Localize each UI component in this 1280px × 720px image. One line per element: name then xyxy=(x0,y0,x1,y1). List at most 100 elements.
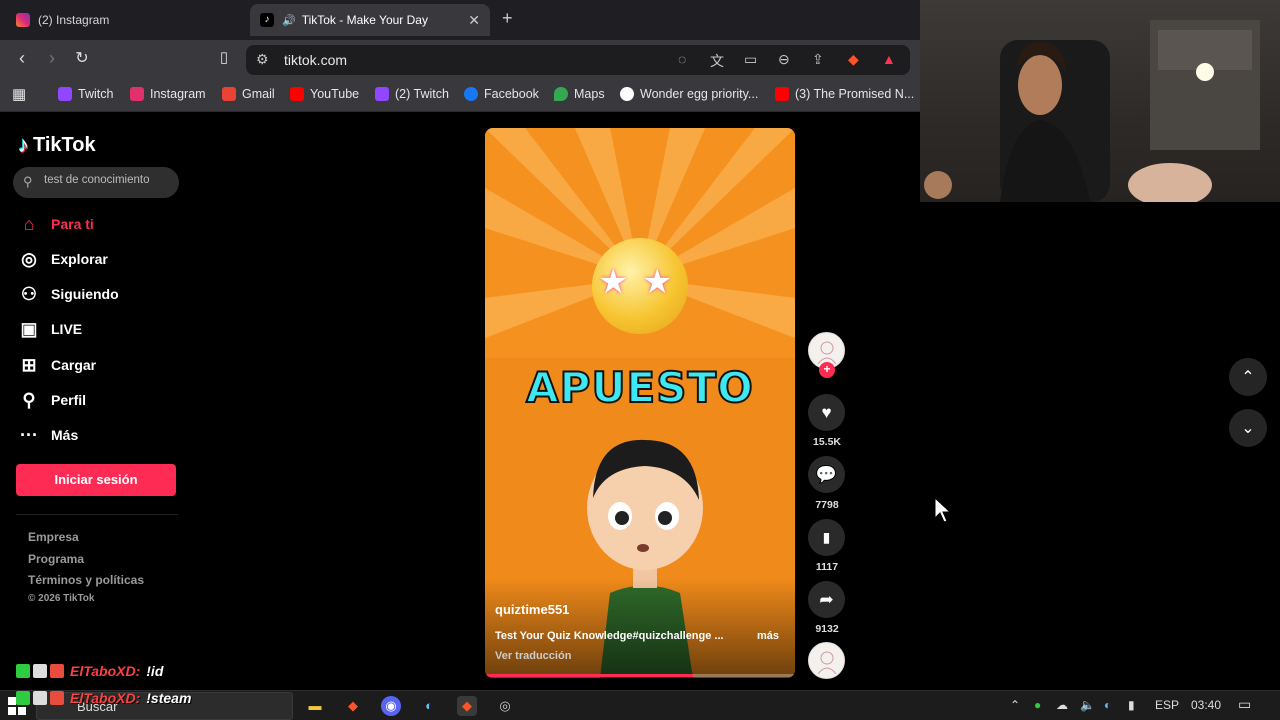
empty-area xyxy=(920,202,1280,690)
bookmark-item[interactable]: (2) Twitch xyxy=(375,87,449,101)
badge-icon xyxy=(33,691,47,705)
tray-chevron-up-icon[interactable]: ⌃ xyxy=(1010,698,1020,712)
badge-icon xyxy=(50,691,64,705)
comment-count: 7798 xyxy=(815,499,839,511)
url-text: tiktok.com xyxy=(284,52,348,68)
search-icon[interactable]: ⚲ xyxy=(23,174,33,190)
brave-active-icon[interactable]: ◆ xyxy=(457,696,477,716)
address-bar[interactable]: ⚙ tiktok.com ◌ 文 ▭ ⊖ ⇪ ◆ ▲ xyxy=(246,45,910,75)
translate-icon[interactable]: 文 xyxy=(710,51,724,71)
sound-avatar[interactable] xyxy=(808,642,845,679)
star-eyes-emoji: ★ ★ xyxy=(592,238,688,334)
browser-toolbar: ‹ › ↻ ▯ ⚙ tiktok.com ◌ 文 ▭ ⊖ ⇪ ◆ ▲ xyxy=(0,40,920,80)
following-icon: ⚇ xyxy=(20,283,38,304)
bookmark-icon: ▮ xyxy=(822,529,831,545)
chevron-down-icon: ⌄ xyxy=(1241,420,1255,437)
nav-following[interactable]: ⚇ Siguiendo xyxy=(18,280,119,308)
brave-shield-icon[interactable]: ◆ xyxy=(848,51,859,68)
notifications-icon[interactable]: ▭ xyxy=(1238,696,1251,713)
obs-icon[interactable]: ◎ xyxy=(495,696,515,716)
clock[interactable]: 03:40 xyxy=(1191,698,1221,712)
nav-live[interactable]: ▣ LIVE xyxy=(18,315,82,343)
video-player[interactable]: ★ ★ APUESTO quiztime551 Test Your Quiz K… xyxy=(485,128,795,678)
nav-upload[interactable]: ⊞ Cargar xyxy=(18,351,96,379)
google-icon xyxy=(620,87,634,101)
tab-instagram[interactable]: (2) Instagram xyxy=(6,4,246,36)
share-icon[interactable]: ⇪ xyxy=(812,51,824,68)
microphone-icon[interactable]: ▮ xyxy=(1128,698,1135,712)
search-box[interactable]: ⚲ xyxy=(13,167,179,198)
bookmark-item[interactable]: Maps xyxy=(554,87,605,101)
bookmark-item[interactable]: Twitch xyxy=(58,87,113,101)
video-overlay-text: APUESTO xyxy=(525,362,754,413)
nav-explore[interactable]: ◎ Explorar xyxy=(18,245,108,273)
follow-button[interactable]: + xyxy=(819,362,835,378)
tiktok-icon: ♪ xyxy=(260,13,274,27)
bookmark-item[interactable]: Wonder egg priority... xyxy=(620,87,758,101)
brave-icon[interactable]: ◆ xyxy=(343,696,363,716)
brave-rewards-icon[interactable]: ▲ xyxy=(882,51,896,67)
steam-icon[interactable]: ◐ xyxy=(419,696,439,716)
share-arrow-icon: ➦ xyxy=(819,589,834,609)
discord-icon[interactable]: ◉ xyxy=(381,696,401,716)
reload-icon[interactable]: ↻ xyxy=(70,48,94,68)
footer-link-program[interactable]: Programa xyxy=(28,552,84,566)
search-input[interactable] xyxy=(44,174,172,186)
footer-link-company[interactable]: Empresa xyxy=(28,530,79,544)
bookmarks-bar: ▦ Twitch Instagram Gmail YouTube (2) Twi… xyxy=(0,80,920,112)
tiktok-logo[interactable]: ♪ TikTok xyxy=(18,132,96,158)
video-progress-bar[interactable] xyxy=(485,674,795,677)
save-button[interactable]: ▮ xyxy=(808,519,845,556)
caption-more-link[interactable]: más xyxy=(757,630,779,642)
video-username[interactable]: quiztime551 xyxy=(495,602,569,617)
tab-title: (2) Instagram xyxy=(38,13,110,27)
login-button[interactable]: Iniciar sesión xyxy=(16,464,176,496)
cloud-icon[interactable]: ☁ xyxy=(1056,698,1068,712)
cast-icon[interactable]: ▭ xyxy=(744,51,757,68)
browser-tab-bar: (2) Instagram ♪ 🔊 TikTok - Make Your Day… xyxy=(0,0,920,40)
mute-icon[interactable]: ◌ xyxy=(678,51,686,67)
share-button[interactable]: ➦ xyxy=(808,581,845,618)
back-icon[interactable]: ‹ xyxy=(10,48,34,69)
avatar-drawing xyxy=(817,651,836,674)
zoom-icon[interactable]: ⊖ xyxy=(778,51,790,68)
chat-username: ElTaboXD: xyxy=(70,663,141,679)
nav-profile[interactable]: ⚲ Perfil xyxy=(18,386,86,414)
tiktok-note-icon: ♪ xyxy=(18,132,29,157)
save-count: 1117 xyxy=(815,561,839,573)
bookmark-item[interactable]: Gmail xyxy=(222,87,275,101)
bookmark-item[interactable]: (3) The Promised N... xyxy=(775,87,914,101)
chevron-up-icon: ⌃ xyxy=(1241,369,1255,386)
chat-message: ElTaboXD: !id xyxy=(16,663,163,679)
chat-username: ElTaboXD: xyxy=(70,690,141,706)
bookmark-item[interactable]: Facebook xyxy=(464,87,539,101)
file-explorer-icon[interactable]: ▬ xyxy=(305,696,325,716)
nav-for-you[interactable]: ⌂ Para ti xyxy=(18,210,94,238)
like-button[interactable]: ♥ xyxy=(808,394,845,431)
badge-icon xyxy=(16,691,30,705)
translate-link[interactable]: Ver traducción xyxy=(495,650,571,662)
upload-icon: ⊞ xyxy=(21,354,37,375)
mouse-cursor-icon xyxy=(934,497,952,523)
tray-app-icon[interactable]: ● xyxy=(1034,698,1041,712)
forward-icon[interactable]: › xyxy=(40,48,64,69)
home-icon: ⌂ xyxy=(23,213,35,234)
speaker-icon[interactable]: 🔊 xyxy=(282,14,296,27)
close-tab-icon[interactable]: ✕ xyxy=(468,12,480,29)
comment-button[interactable]: 💬 xyxy=(808,456,845,493)
previous-video-button[interactable]: ⌃ xyxy=(1229,358,1267,396)
next-video-button[interactable]: ⌄ xyxy=(1229,409,1267,447)
bookmark-item[interactable]: YouTube xyxy=(290,87,359,101)
tab-tiktok[interactable]: ♪ 🔊 TikTok - Make Your Day ✕ xyxy=(250,4,490,36)
footer-link-terms[interactable]: Términos y políticas xyxy=(28,573,144,587)
volume-icon[interactable]: 🔈 xyxy=(1080,698,1095,712)
bookmark-icon[interactable]: ▯ xyxy=(212,48,236,66)
new-tab-button[interactable]: + xyxy=(502,8,513,29)
language-indicator[interactable]: ESP xyxy=(1155,698,1179,712)
nav-more[interactable]: ··· Más xyxy=(18,421,78,449)
video-gradient xyxy=(485,578,795,678)
apps-grid-icon[interactable]: ▦ xyxy=(12,85,26,103)
bookmark-item[interactable]: Instagram xyxy=(130,87,206,101)
steam-tray-icon[interactable]: ◐ xyxy=(1104,698,1111,712)
site-settings-icon[interactable]: ⚙ xyxy=(256,51,269,68)
